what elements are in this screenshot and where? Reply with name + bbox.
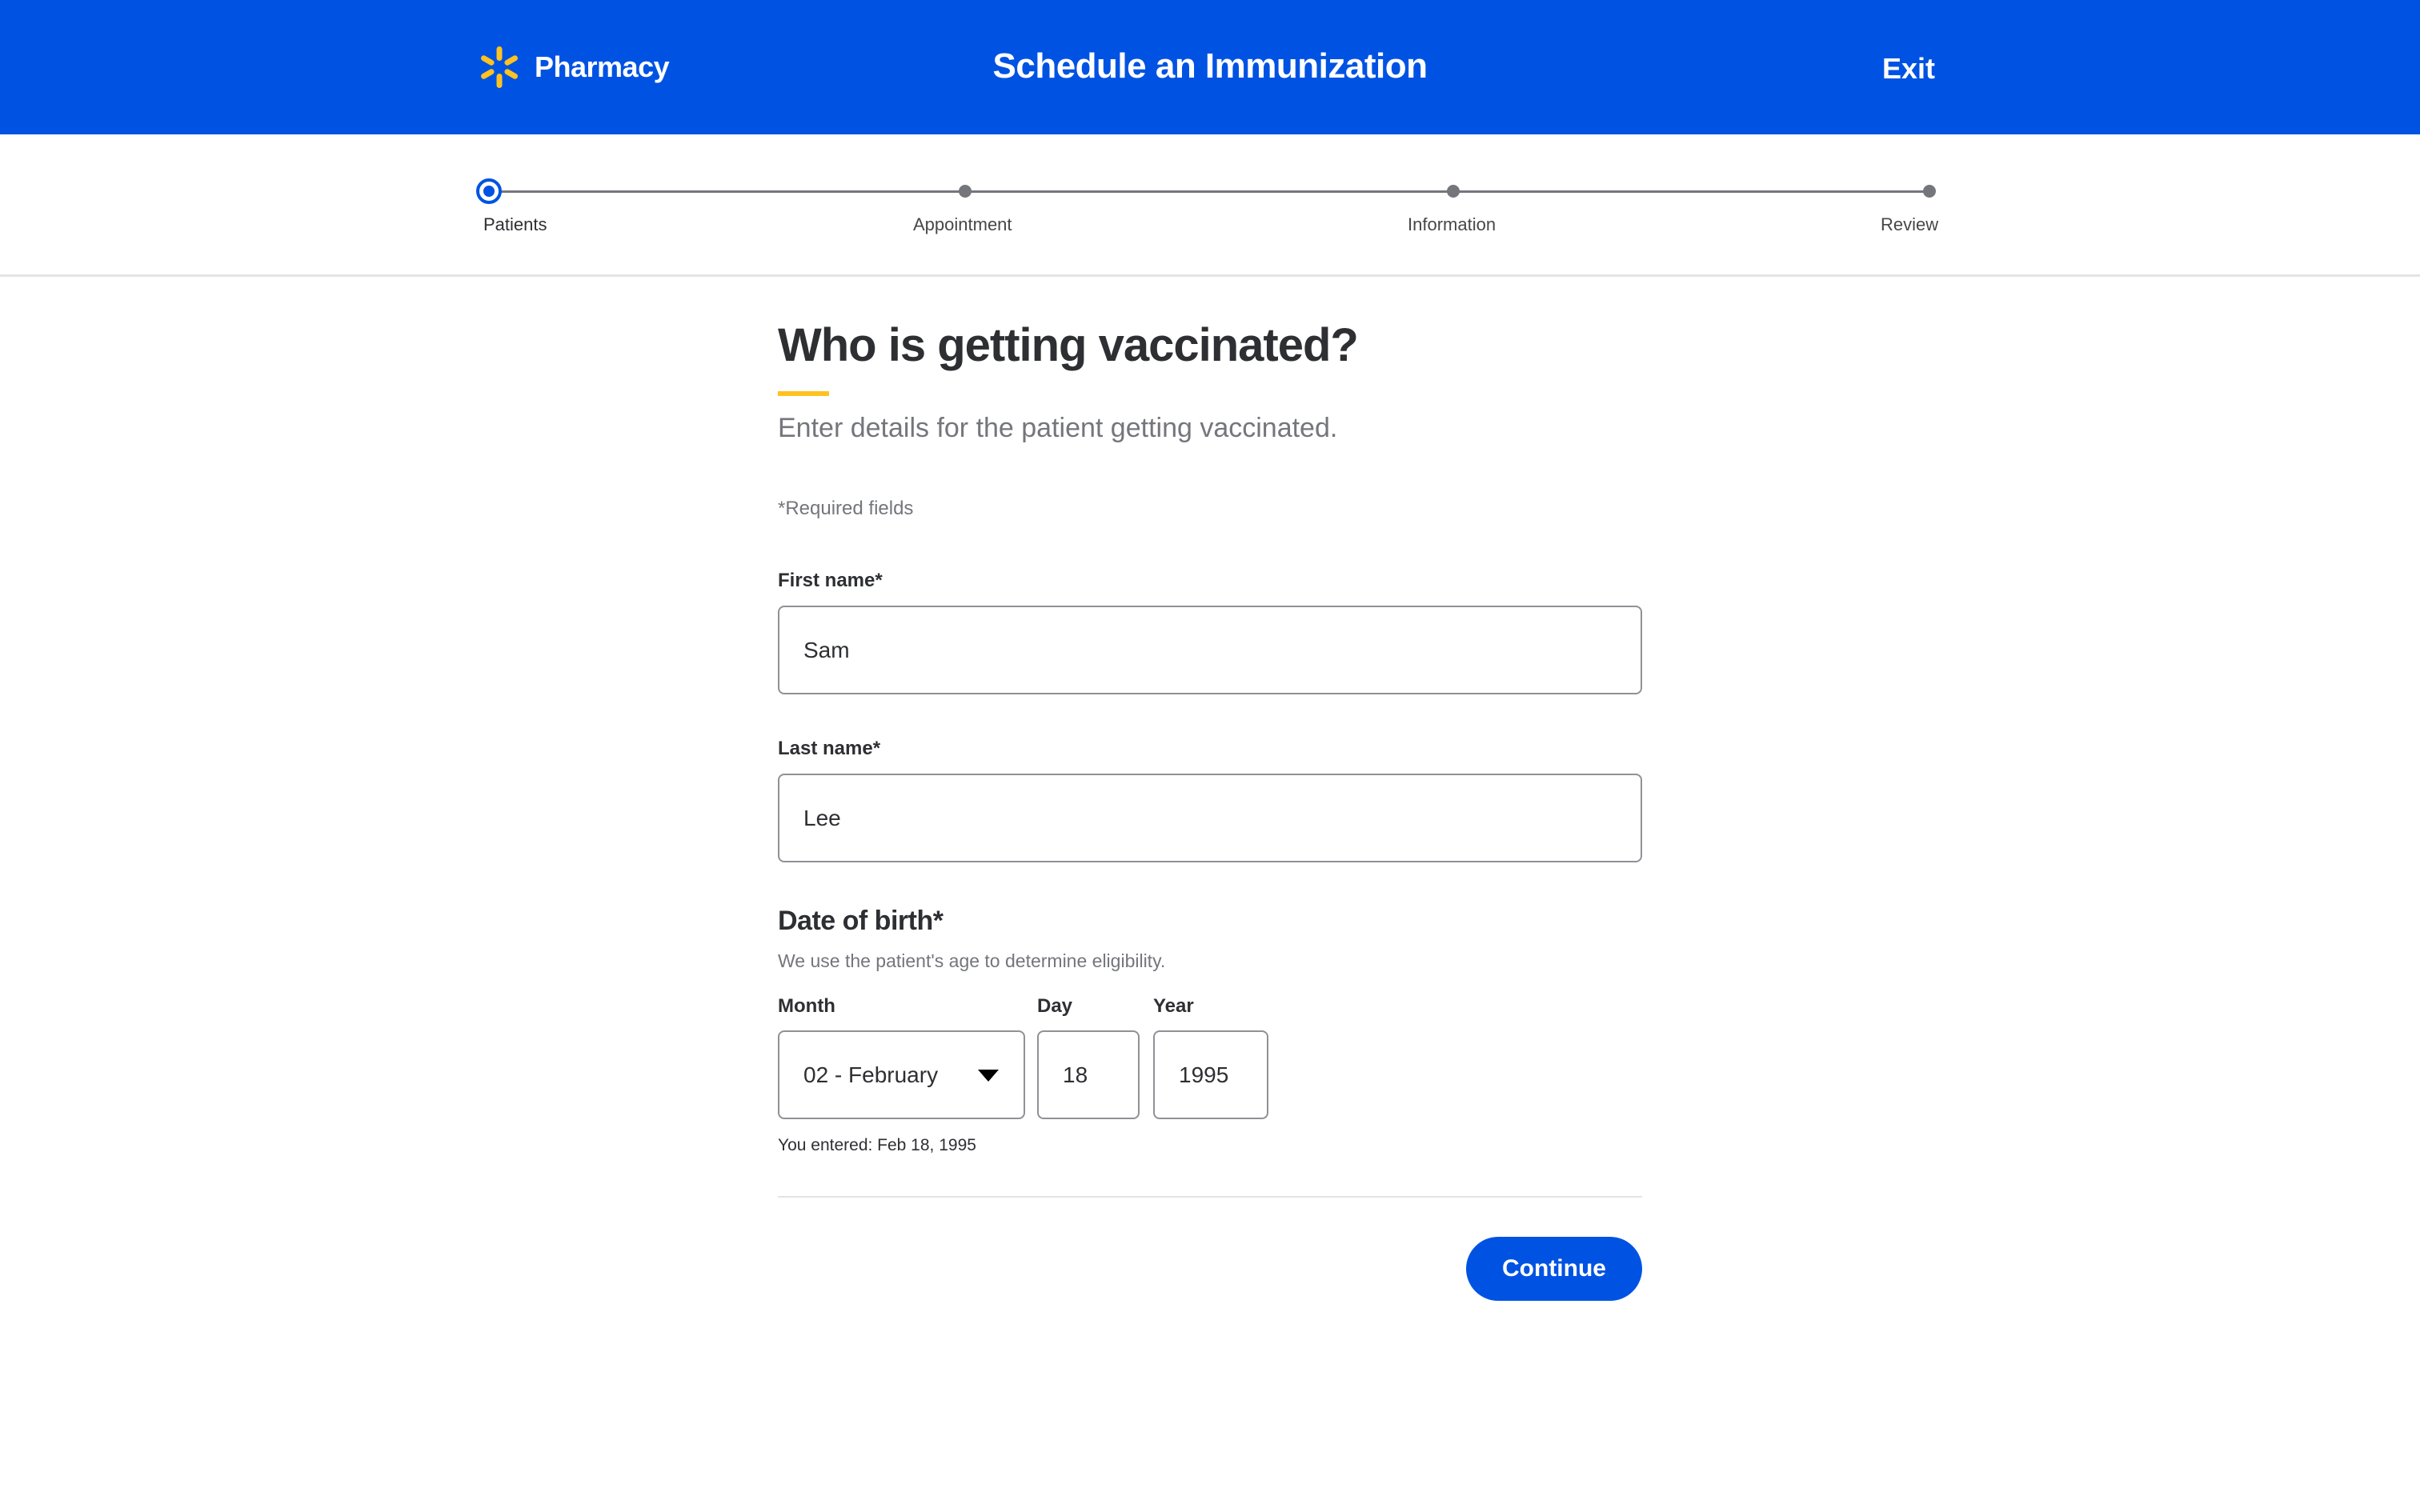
chevron-down-icon bbox=[978, 1070, 999, 1082]
date-of-birth-heading: Date of birth* bbox=[778, 906, 944, 936]
form-subheading: Enter details for the patient getting va… bbox=[778, 413, 1338, 443]
page-title: Schedule an Immunization bbox=[992, 46, 1428, 86]
month-select-value: 02 - February bbox=[803, 1062, 939, 1087]
entered-date-note: You entered: Feb 18, 1995 bbox=[778, 1136, 976, 1154]
app-header: Pharmacy Schedule an Immunization Exit bbox=[0, 0, 2420, 134]
step-indicator-appointment bbox=[959, 185, 972, 198]
step-label-information: Information bbox=[1408, 214, 1496, 234]
step-indicator-information bbox=[1447, 185, 1460, 198]
progress-stepper bbox=[0, 134, 2420, 277]
step-label-appointment: Appointment bbox=[913, 214, 1012, 234]
step-label-patients: Patients bbox=[483, 214, 547, 234]
month-label: Month bbox=[778, 995, 835, 1017]
stepper-track bbox=[490, 190, 1930, 193]
date-of-birth-help: We use the patient's age to determine el… bbox=[778, 950, 1166, 971]
day-field[interactable] bbox=[1037, 1030, 1140, 1119]
year-field[interactable] bbox=[1153, 1030, 1268, 1119]
step-indicator-patients bbox=[476, 178, 502, 204]
heading-underline bbox=[778, 391, 829, 396]
form-divider bbox=[778, 1196, 1642, 1198]
required-fields-note: *Required fields bbox=[778, 498, 914, 519]
form-heading: Who is getting vaccinated? bbox=[778, 319, 1359, 371]
day-label: Day bbox=[1037, 995, 1073, 1017]
exit-button[interactable]: Exit bbox=[1873, 50, 1945, 88]
last-name-field[interactable] bbox=[778, 774, 1642, 862]
continue-button[interactable]: Continue bbox=[1466, 1237, 1642, 1301]
step-label-review: Review bbox=[1881, 214, 1939, 234]
month-select[interactable]: 02 - February bbox=[778, 1030, 1025, 1119]
year-label: Year bbox=[1153, 995, 1194, 1017]
first-name-label: First name* bbox=[778, 570, 883, 591]
step-indicator-review bbox=[1923, 185, 1936, 198]
first-name-field[interactable] bbox=[778, 606, 1642, 694]
last-name-label: Last name* bbox=[778, 738, 881, 759]
